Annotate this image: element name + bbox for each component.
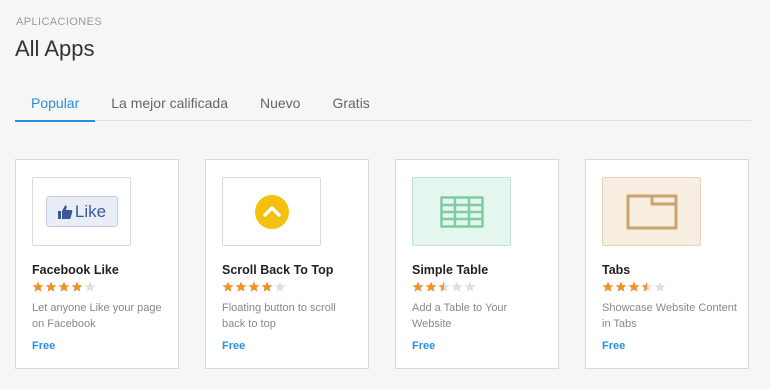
app-price: Free xyxy=(32,340,56,352)
app-thumbnail xyxy=(412,177,511,246)
app-card-tabs[interactable]: Tabs Showcase Website Content in Tabs Fr… xyxy=(585,159,749,369)
star-filled-icon xyxy=(602,281,614,292)
star-filled-icon xyxy=(58,281,70,292)
app-description: Let anyone Like your page on Facebook xyxy=(32,302,162,330)
category-tabs: Popular La mejor calificada Nuevo Gratis xyxy=(15,86,751,122)
star-filled-icon xyxy=(412,281,424,292)
star-filled-icon xyxy=(32,281,44,292)
tab-popular[interactable]: Popular xyxy=(15,86,96,122)
app-grid: Like Facebook Like Let anyone Like your … xyxy=(15,159,755,371)
app-description: Floating button to scroll back to top xyxy=(222,302,336,330)
app-price: Free xyxy=(412,340,436,352)
app-name: Scroll Back To Top xyxy=(222,263,334,277)
app-thumbnail xyxy=(602,177,701,246)
star-empty-icon xyxy=(464,281,476,292)
star-filled-icon xyxy=(425,281,437,292)
like-text: Like xyxy=(74,201,107,221)
star-empty-icon xyxy=(654,281,666,292)
app-price: Free xyxy=(602,340,626,352)
star-filled-icon xyxy=(222,281,234,292)
table-icon xyxy=(439,195,484,228)
star-filled-icon xyxy=(45,281,57,292)
app-description: Showcase Website Content in Tabs xyxy=(602,302,737,330)
scroll-up-icon xyxy=(254,194,289,229)
rating-stars xyxy=(222,281,287,293)
star-filled-icon xyxy=(628,281,640,292)
rating-stars xyxy=(32,281,97,293)
tab-new[interactable]: Nuevo xyxy=(244,86,316,120)
rating-stars xyxy=(602,281,667,293)
app-card-scroll-back-to-top[interactable]: Scroll Back To Top Floating button to sc… xyxy=(205,159,369,369)
facebook-like-icon: Like xyxy=(45,196,118,227)
star-empty-icon xyxy=(274,281,286,292)
tab-free[interactable]: Gratis xyxy=(316,86,385,120)
star-half-icon xyxy=(641,281,653,292)
tabs-icon xyxy=(626,194,677,229)
star-half-icon xyxy=(438,281,450,292)
app-description: Add a Table to Your Website xyxy=(412,302,508,330)
app-name: Simple Table xyxy=(412,263,489,277)
app-price: Free xyxy=(222,340,246,352)
app-card-simple-table[interactable]: Simple Table Add a Table to Your Website… xyxy=(395,159,559,369)
rating-stars xyxy=(412,281,477,293)
app-card-facebook-like[interactable]: Like Facebook Like Let anyone Like your … xyxy=(15,159,179,369)
page-title: All Apps xyxy=(15,36,95,61)
star-empty-icon xyxy=(84,281,96,292)
star-filled-icon xyxy=(248,281,260,292)
thumbs-up-icon xyxy=(57,204,73,219)
tab-top-rated[interactable]: La mejor calificada xyxy=(95,86,244,120)
app-name: Tabs xyxy=(602,263,631,277)
star-empty-icon xyxy=(451,281,463,292)
star-filled-icon xyxy=(261,281,273,292)
star-filled-icon xyxy=(615,281,627,292)
star-filled-icon xyxy=(235,281,247,292)
star-filled-icon xyxy=(71,281,83,292)
app-thumbnail xyxy=(222,177,321,246)
section-label: APLICACIONES xyxy=(16,16,103,28)
app-thumbnail: Like xyxy=(32,177,131,246)
app-name: Facebook Like xyxy=(32,263,119,277)
